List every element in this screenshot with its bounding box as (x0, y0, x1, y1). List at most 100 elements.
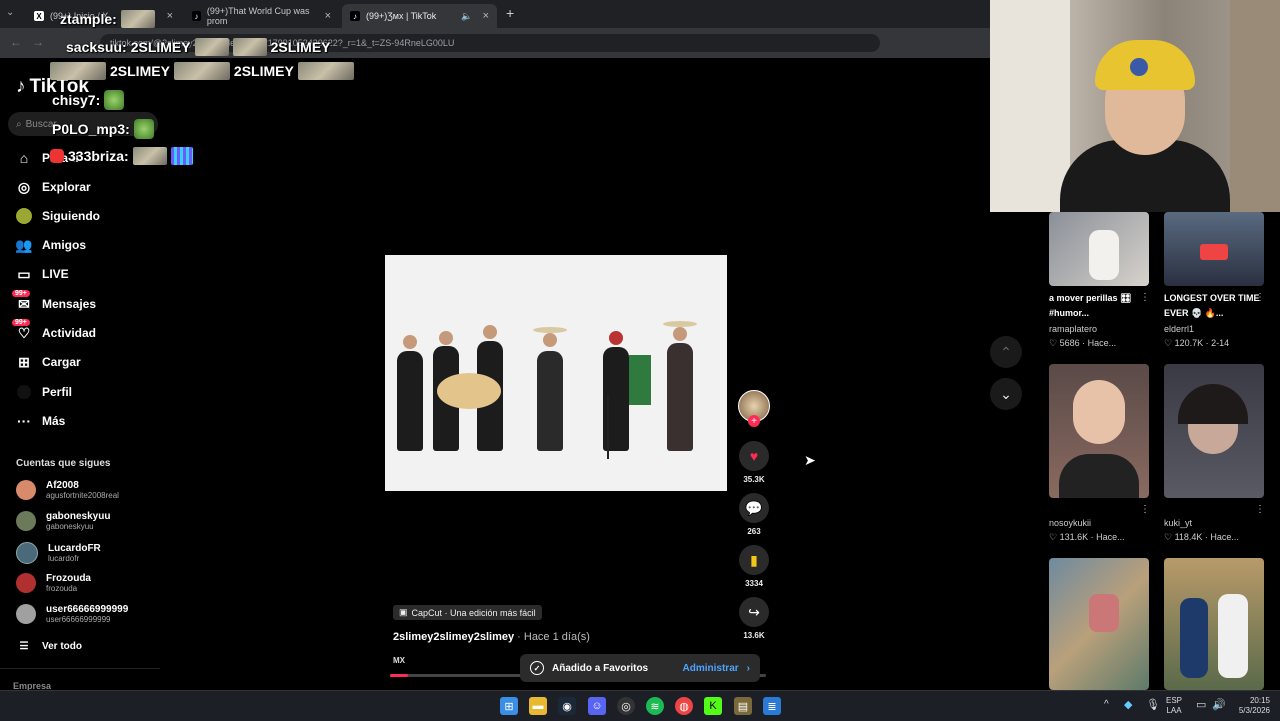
sidebar-item-mensajes[interactable]: ✉ 99+ Mensajes (12, 290, 96, 312)
following-handle: lucardofr (48, 554, 80, 563)
notepad-icon[interactable]: ≣ (763, 697, 781, 715)
map-region-shape (1089, 594, 1119, 632)
suggestion-user[interactable]: ramaplatero (1049, 324, 1097, 334)
more-options-icon[interactable]: ⋮ (1255, 292, 1265, 303)
following-item[interactable]: Frozouda frozouda (16, 573, 91, 593)
clock[interactable]: 20:15 5/3/2026 (1232, 696, 1270, 716)
suggestion-user[interactable]: elderrl1 (1164, 324, 1194, 334)
video-author-line[interactable]: 2slimey2slimey2slimey · Hace 1 día(s) (393, 631, 590, 643)
suggestion-title[interactable]: LONGEST OVER TIME EVER 💀 🔥... (1164, 291, 1264, 321)
close-tab-icon[interactable]: × (483, 10, 489, 22)
sidebar-item-cargar[interactable]: ⊞ Cargar (16, 354, 81, 370)
steam-icon[interactable]: ◉ (558, 697, 576, 715)
guitar-shape (437, 373, 501, 409)
check-icon: ✓ (530, 661, 544, 675)
previous-video-button[interactable]: ⌃ (990, 336, 1022, 368)
suggestion-thumbnail[interactable] (1164, 558, 1264, 690)
emote-icon (170, 147, 193, 165)
sidebar-item-explorar[interactable]: ◎ Explorar (16, 179, 91, 195)
following-item[interactable]: LucardoFR lucardofr (16, 542, 101, 564)
close-tab-icon[interactable]: × (325, 10, 331, 22)
share-icon[interactable]: ↪ (739, 597, 769, 627)
file-explorer-icon[interactable]: ▬ (529, 697, 547, 715)
language-indicator[interactable]: ESP LAA (1166, 696, 1182, 716)
suggestion-thumbnail[interactable] (1049, 212, 1149, 286)
sidebar-item-actividad[interactable]: ♡ 99+ Actividad (12, 319, 96, 341)
more-options-icon[interactable]: ⋮ (1140, 504, 1150, 515)
tab-tiktok-active[interactable]: ♪ (99+)Ʒмx | TikTok 🔈 × (342, 4, 497, 28)
forward-icon[interactable]: → (32, 35, 44, 49)
next-video-button[interactable]: ⌄ (990, 378, 1022, 410)
chat-user: 333briza: (68, 148, 129, 164)
tab-tiktok-worldcup[interactable]: ♪ (99+)That World Cup was prom × (184, 4, 339, 28)
suggestion-thumbnail[interactable] (1049, 558, 1149, 690)
like-action[interactable]: ♥ 35.3K (738, 441, 770, 484)
windows-start-icon[interactable]: ⊞ (500, 697, 518, 715)
chat-user: ztample: (60, 11, 117, 27)
face-shape (1073, 380, 1125, 444)
following-item[interactable]: user66666999999 user66666999999 (16, 604, 128, 624)
sidebar-item-mas[interactable]: ··· Más (16, 413, 65, 429)
video-player[interactable] (385, 255, 727, 491)
suggestion-title[interactable]: a mover perillas 🎛 #humor... (1049, 291, 1149, 321)
mouse-cursor-icon: ➤ (804, 452, 816, 468)
tiktok-logo-icon: ♪ (192, 11, 201, 21)
back-icon[interactable]: ← (10, 35, 22, 49)
video-music[interactable]: MX (393, 656, 405, 665)
discord-icon[interactable]: ☺ (588, 697, 606, 715)
bookmark-icon[interactable]: ▮ (739, 545, 769, 575)
obs-icon[interactable]: ◎ (617, 697, 635, 715)
clock-time: 20:15 (1249, 696, 1270, 705)
new-tab-icon[interactable]: + (506, 5, 514, 21)
see-all-link[interactable]: ☰ Ver todo (16, 638, 83, 654)
following-item[interactable]: Af2008 agusfortnite2008real (16, 480, 119, 500)
network-icon[interactable]: ▭ (1196, 698, 1206, 711)
follow-plus-icon[interactable]: + (748, 415, 760, 427)
avatar (16, 604, 36, 624)
heart-icon[interactable]: ♥ (739, 441, 769, 471)
spotify-icon[interactable]: ≋ (646, 697, 664, 715)
chrome-icon[interactable]: ◍ (675, 697, 693, 715)
sidebar-item-perfil[interactable]: Perfil (16, 384, 72, 400)
upload-icon: ⊞ (18, 353, 30, 370)
suggestion-thumbnail[interactable] (1049, 364, 1149, 498)
tray-chevron-icon[interactable]: ^ (1104, 699, 1109, 710)
share-count: 13.6K (743, 631, 765, 640)
see-all-label: Ver todo (42, 640, 83, 652)
avatar (16, 480, 36, 500)
sidebar-item-live[interactable]: ▭ LIVE (16, 266, 68, 282)
following-item[interactable]: gaboneskyuu gaboneskyuu (16, 511, 110, 531)
tab-search-icon[interactable]: ⌄ (6, 7, 14, 18)
windows-taskbar: ⊞ ▬ ◉ ☺ ◎ ≋ ◍ K ▤ ≣ ^ ◆ 🎙 ESP LAA ▭ 🔊 20… (0, 690, 1280, 721)
kick-icon[interactable]: K (704, 697, 722, 715)
following-name: Frozouda (46, 573, 91, 584)
comment-icon[interactable]: 💬 (739, 493, 769, 523)
toast-manage-link[interactable]: Administrar (683, 663, 739, 674)
close-tab-icon[interactable]: × (167, 10, 173, 22)
microphone-icon[interactable]: 🎙 (1146, 698, 1160, 711)
comment-action[interactable]: 💬 263 (738, 493, 770, 536)
share-action[interactable]: ↪ 13.6K (738, 597, 770, 640)
suggestion-user[interactable]: nosoykukii (1049, 518, 1091, 528)
tray-app-icon[interactable]: ◆ (1124, 698, 1132, 711)
profile-icon (16, 384, 32, 400)
speaker-icon[interactable]: 🔈 (461, 11, 472, 22)
save-action[interactable]: ▮ 3334 (738, 545, 770, 588)
suggestion-thumbnail[interactable] (1164, 364, 1264, 498)
sidebar-item-label: Más (42, 414, 66, 428)
chat-message: sacksuu: 2SLIMEY 2SLIMEY (66, 38, 331, 56)
following-handle: gaboneskyuu (46, 522, 94, 531)
tiktok-note-icon: ♪ (16, 76, 26, 97)
following-name: user66666999999 (46, 604, 129, 615)
sidebar-item-amigos[interactable]: 👥 Amigos (15, 237, 86, 253)
more-options-icon[interactable]: ⋮ (1140, 292, 1150, 303)
suggestion-stats: ♡ 131.6K · Hace... (1049, 532, 1125, 542)
sidebar-item-siguiendo[interactable]: Siguiendo (16, 208, 100, 224)
more-options-icon[interactable]: ⋮ (1255, 504, 1265, 515)
chat-text: 2SLIMEY (270, 39, 331, 55)
volume-icon[interactable]: 🔊 (1212, 698, 1226, 711)
app-icon[interactable]: ▤ (734, 697, 752, 715)
capcut-tag[interactable]: ▣ CapCut · Una edición más fácil (393, 605, 542, 620)
suggestion-thumbnail[interactable] (1164, 212, 1264, 286)
suggestion-user[interactable]: kuki_yt (1164, 518, 1192, 528)
